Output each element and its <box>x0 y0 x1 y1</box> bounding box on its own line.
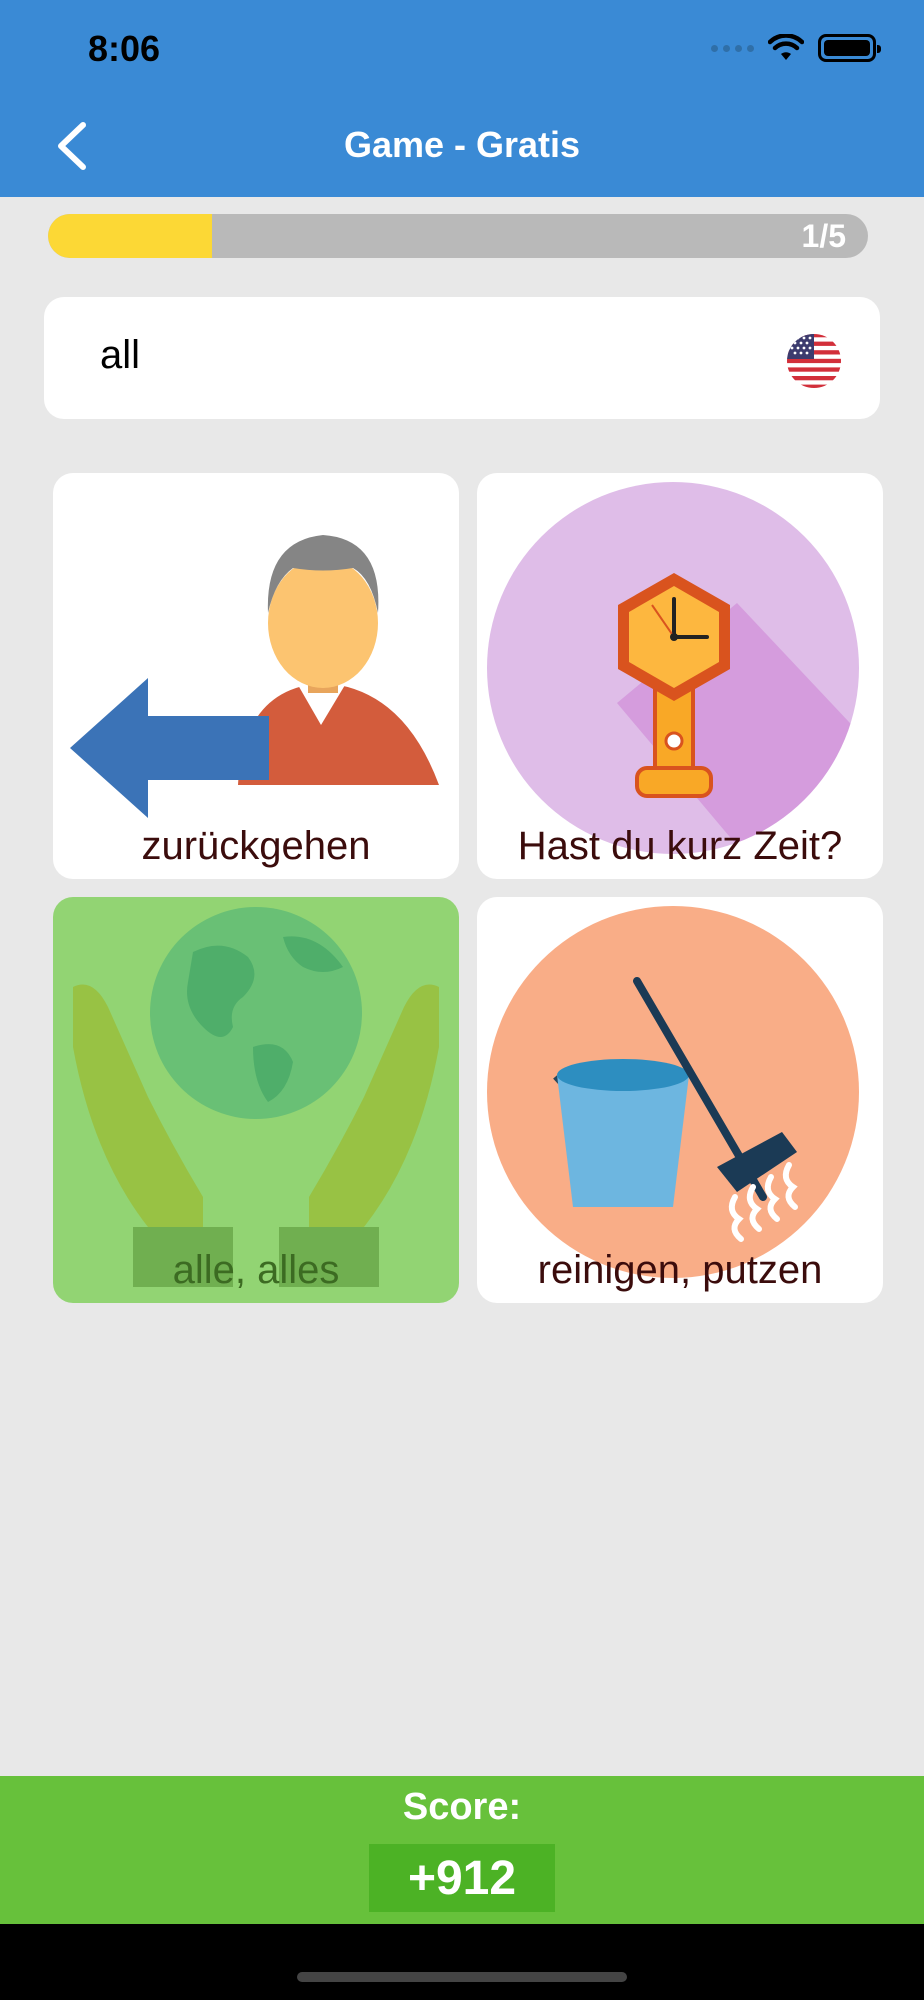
choice-label: zurückgehen <box>141 824 371 868</box>
us-flag-icon[interactable] <box>786 333 842 389</box>
header: 8:06 Game - Gratis <box>0 0 924 197</box>
progress-label: 1/5 <box>801 218 846 254</box>
choice-tile-4[interactable]: reinigen, putzen <box>477 897 883 1303</box>
score-label: Score: <box>402 1786 522 1828</box>
bottom-safe-area <box>0 1924 924 2000</box>
signal-icon <box>711 44 754 52</box>
battery-icon <box>818 34 881 62</box>
status-time: 8:06 <box>88 28 161 69</box>
home-indicator[interactable] <box>297 1972 627 1982</box>
pendulum-clock-icon <box>487 482 859 854</box>
progress-bar: 1/5 <box>48 214 868 258</box>
score-bar: Score: +912 <box>0 1776 924 1924</box>
person-arrow-back-icon <box>70 535 439 818</box>
progress-fill <box>48 214 212 258</box>
choice-label: alle, alles <box>172 1248 340 1292</box>
choice-tile-1[interactable]: zurückgehen <box>53 473 459 879</box>
score-value: +912 <box>407 1851 517 1905</box>
choice-label: Hast du kurz Zeit? <box>517 824 843 868</box>
status-icons <box>711 34 881 62</box>
globe-in-hands-icon <box>73 907 439 1287</box>
wifi-icon <box>768 34 804 60</box>
choice-tile-2[interactable]: Hast du kurz Zeit? <box>477 473 883 879</box>
bucket-rake-icon <box>487 906 859 1278</box>
page-title: Game - Gratis <box>343 124 581 165</box>
choice-tile-3[interactable]: alle, alles <box>53 897 459 1303</box>
question-word: all <box>100 333 141 377</box>
choice-label: reinigen, putzen <box>537 1248 823 1292</box>
score-badge: +912 <box>369 1844 555 1912</box>
question-card: all <box>44 297 880 419</box>
